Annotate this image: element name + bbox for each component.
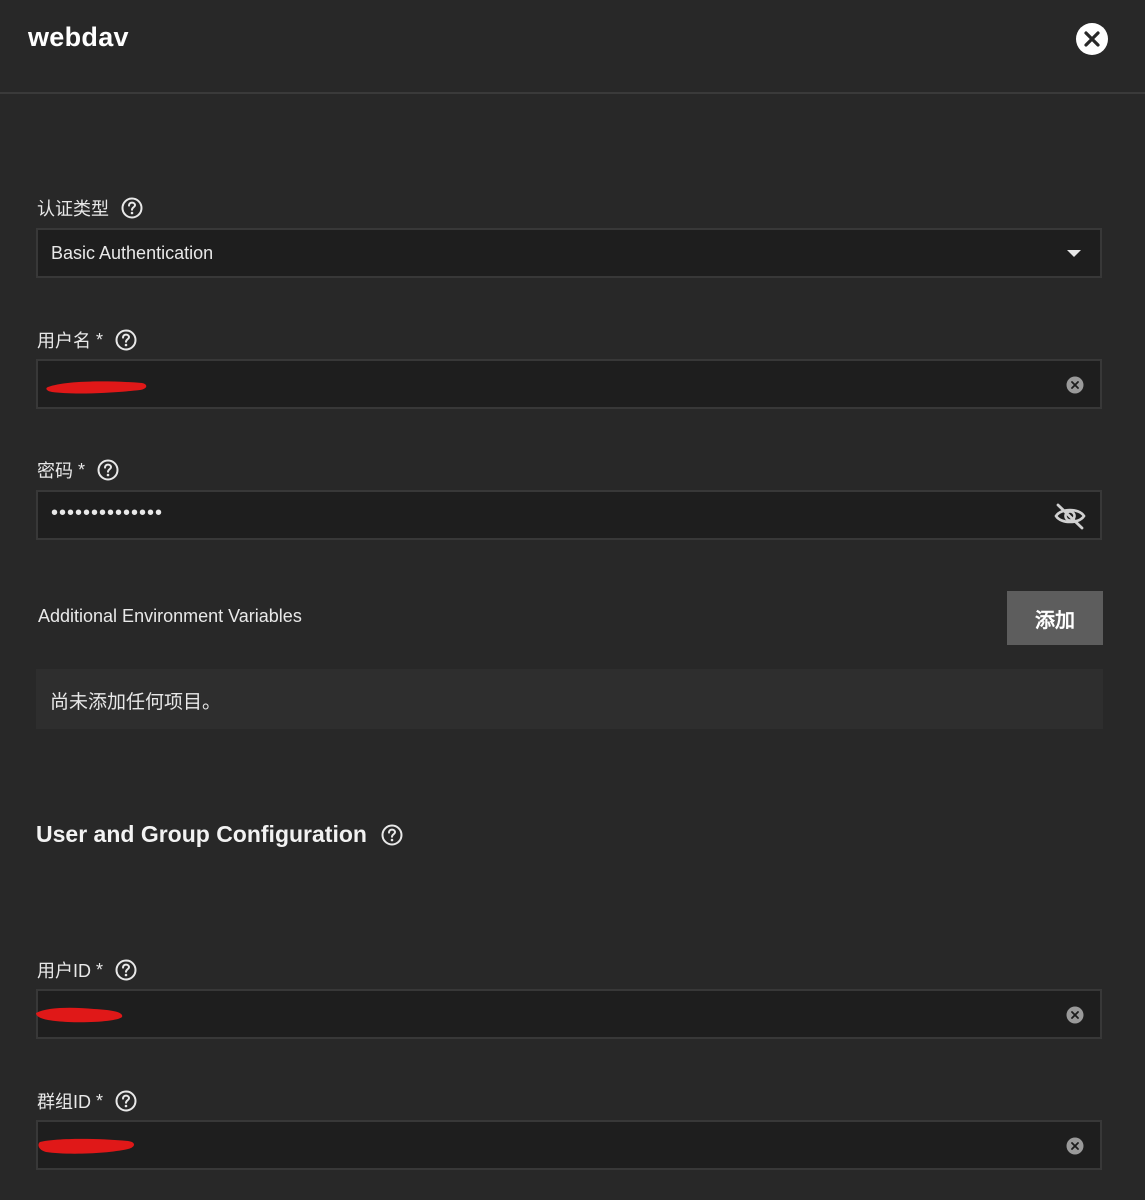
user-id-label-row: 用户ID * (37, 957, 137, 983)
username-label-row: 用户名 * (37, 327, 137, 353)
redaction-mark (38, 1138, 134, 1154)
help-icon[interactable] (97, 459, 119, 481)
help-icon[interactable] (115, 959, 137, 981)
close-icon (1084, 31, 1100, 47)
auth-type-select[interactable]: Basic Authentication (36, 228, 1102, 278)
dialog-header: webdav (0, 0, 1145, 94)
required-mark: * (78, 459, 86, 480)
auth-type-label: 认证类型 (37, 199, 109, 219)
required-mark: * (96, 959, 104, 980)
dropdown-caret-icon (1067, 250, 1081, 257)
username-label: 用户名 (37, 331, 91, 351)
auth-type-label-row: 认证类型 (37, 195, 143, 221)
username-input[interactable] (36, 359, 1102, 409)
password-masked-value: •••••••••••••• (51, 502, 164, 524)
password-label: 密码 (37, 461, 73, 481)
empty-list-text: 尚未添加任何项目。 (50, 692, 222, 713)
group-id-label-row: 群组ID * (37, 1088, 137, 1114)
password-input[interactable]: •••••••••••••• (36, 490, 1102, 540)
help-icon[interactable] (121, 197, 143, 219)
user-group-section-title: User and Group Configuration (36, 821, 403, 848)
auth-type-selected-value: Basic Authentication (51, 243, 214, 263)
add-button[interactable]: 添加 (1007, 591, 1103, 645)
user-id-input[interactable] (36, 989, 1102, 1039)
help-icon[interactable] (381, 824, 403, 846)
help-icon[interactable] (115, 329, 137, 351)
section-title-text: User and Group Configuration (36, 821, 367, 847)
group-id-input[interactable] (36, 1120, 1102, 1170)
help-icon[interactable] (115, 1090, 137, 1112)
env-vars-label: Additional Environment Variables (38, 606, 302, 626)
group-id-label: 群组ID (37, 1092, 91, 1112)
dialog-title: webdav (28, 22, 129, 52)
close-button[interactable] (1076, 23, 1108, 55)
password-label-row: 密码 * (37, 457, 119, 483)
clear-icon[interactable] (1066, 376, 1084, 394)
clear-icon[interactable] (1066, 1137, 1084, 1155)
eye-off-icon[interactable] (1053, 502, 1087, 530)
env-vars-empty-list: 尚未添加任何项目。 (36, 669, 1103, 729)
user-id-label: 用户ID (37, 961, 91, 981)
redaction-mark (46, 381, 147, 394)
required-mark: * (96, 1090, 104, 1111)
clear-icon[interactable] (1066, 1006, 1084, 1024)
redaction-mark (36, 1007, 123, 1023)
required-mark: * (96, 329, 104, 350)
